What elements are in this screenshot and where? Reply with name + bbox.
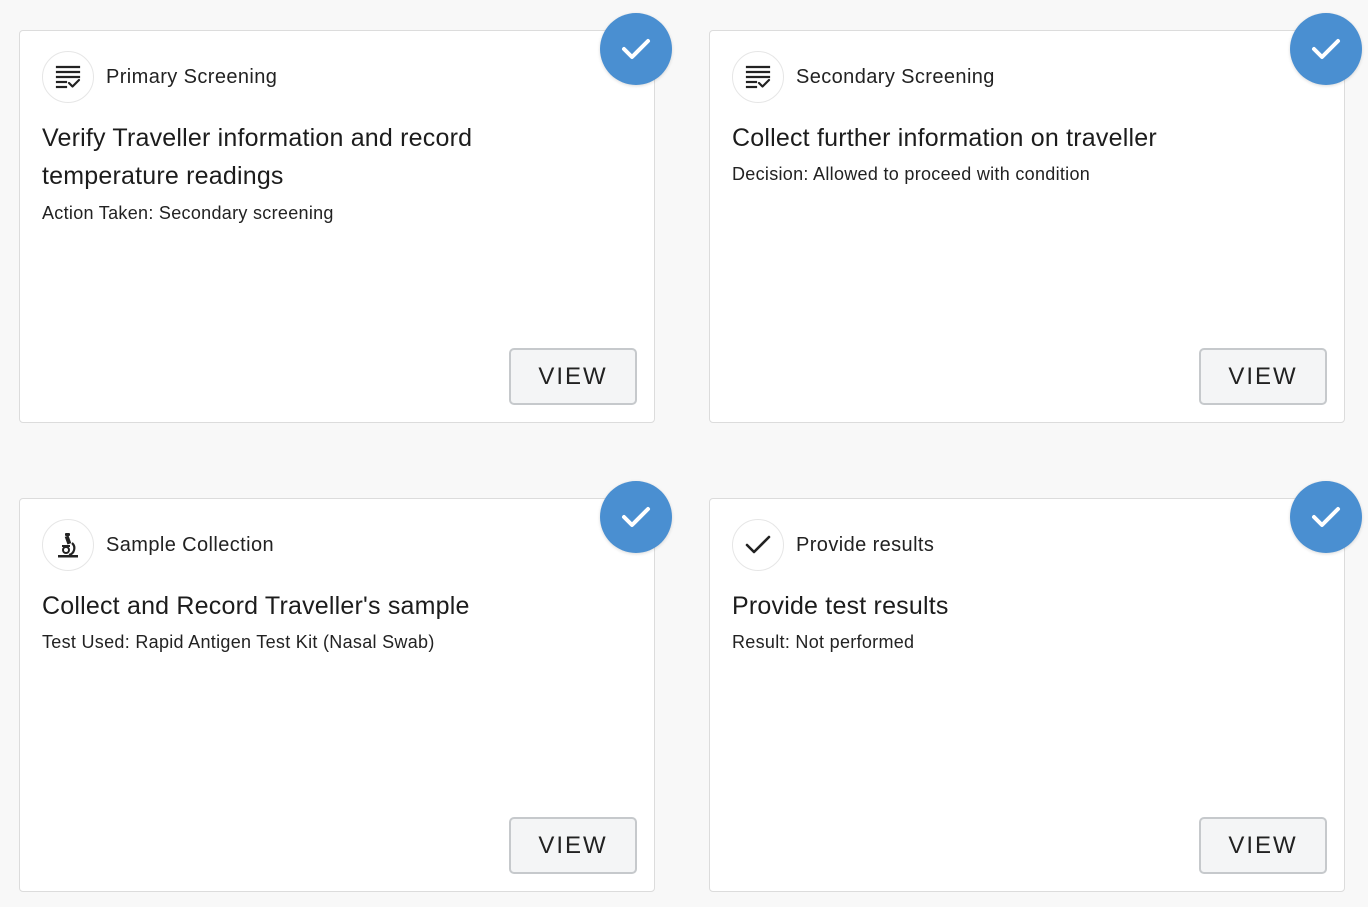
step-name: Primary Screening [106, 65, 278, 88]
card-header: Secondary Screening [732, 51, 995, 103]
card-title: Collect further information on traveller [732, 124, 1157, 152]
completed-check-icon [600, 481, 672, 553]
view-button[interactable]: VIEW [509, 348, 637, 405]
card-detail: Test Used: Rapid Antigen Test Kit (Nasal… [42, 632, 435, 652]
step-card-sample-collection: Sample Collection Collect and Record Tra… [19, 481, 672, 892]
card-title: Collect and Record Traveller's sample [42, 592, 470, 620]
card-title: Provide test results [732, 592, 949, 620]
card-header: Provide results [732, 519, 934, 571]
view-button[interactable]: VIEW [1199, 348, 1327, 405]
view-button[interactable]: VIEW [1199, 817, 1327, 874]
card-detail: Result: Not performed [732, 632, 915, 652]
card-title: Verify Traveller information and record … [42, 124, 473, 190]
card-detail: Action Taken: Secondary screening [42, 203, 334, 223]
step-name: Sample Collection [106, 533, 274, 556]
completed-check-icon [1290, 13, 1362, 85]
microscope-icon [42, 519, 94, 571]
card-detail: Decision: Allowed to proceed with condit… [732, 164, 1091, 184]
step-card-secondary-screening: Secondary Screening Collect further info… [709, 13, 1362, 423]
completed-check-icon [600, 13, 672, 85]
checklist-icon [42, 51, 94, 103]
view-button[interactable]: VIEW [509, 817, 637, 874]
step-card-provide-results: Provide results Provide test results Res… [709, 481, 1362, 892]
completed-check-icon [1290, 481, 1362, 553]
step-name: Secondary Screening [796, 65, 995, 88]
card-header: Sample Collection [42, 519, 274, 571]
step-card-primary-screening: Primary Screening Verify Traveller infor… [19, 13, 672, 423]
checkmark-icon [732, 519, 784, 571]
step-name: Provide results [796, 533, 935, 556]
checklist-icon [732, 51, 784, 103]
card-header: Primary Screening [42, 51, 277, 103]
